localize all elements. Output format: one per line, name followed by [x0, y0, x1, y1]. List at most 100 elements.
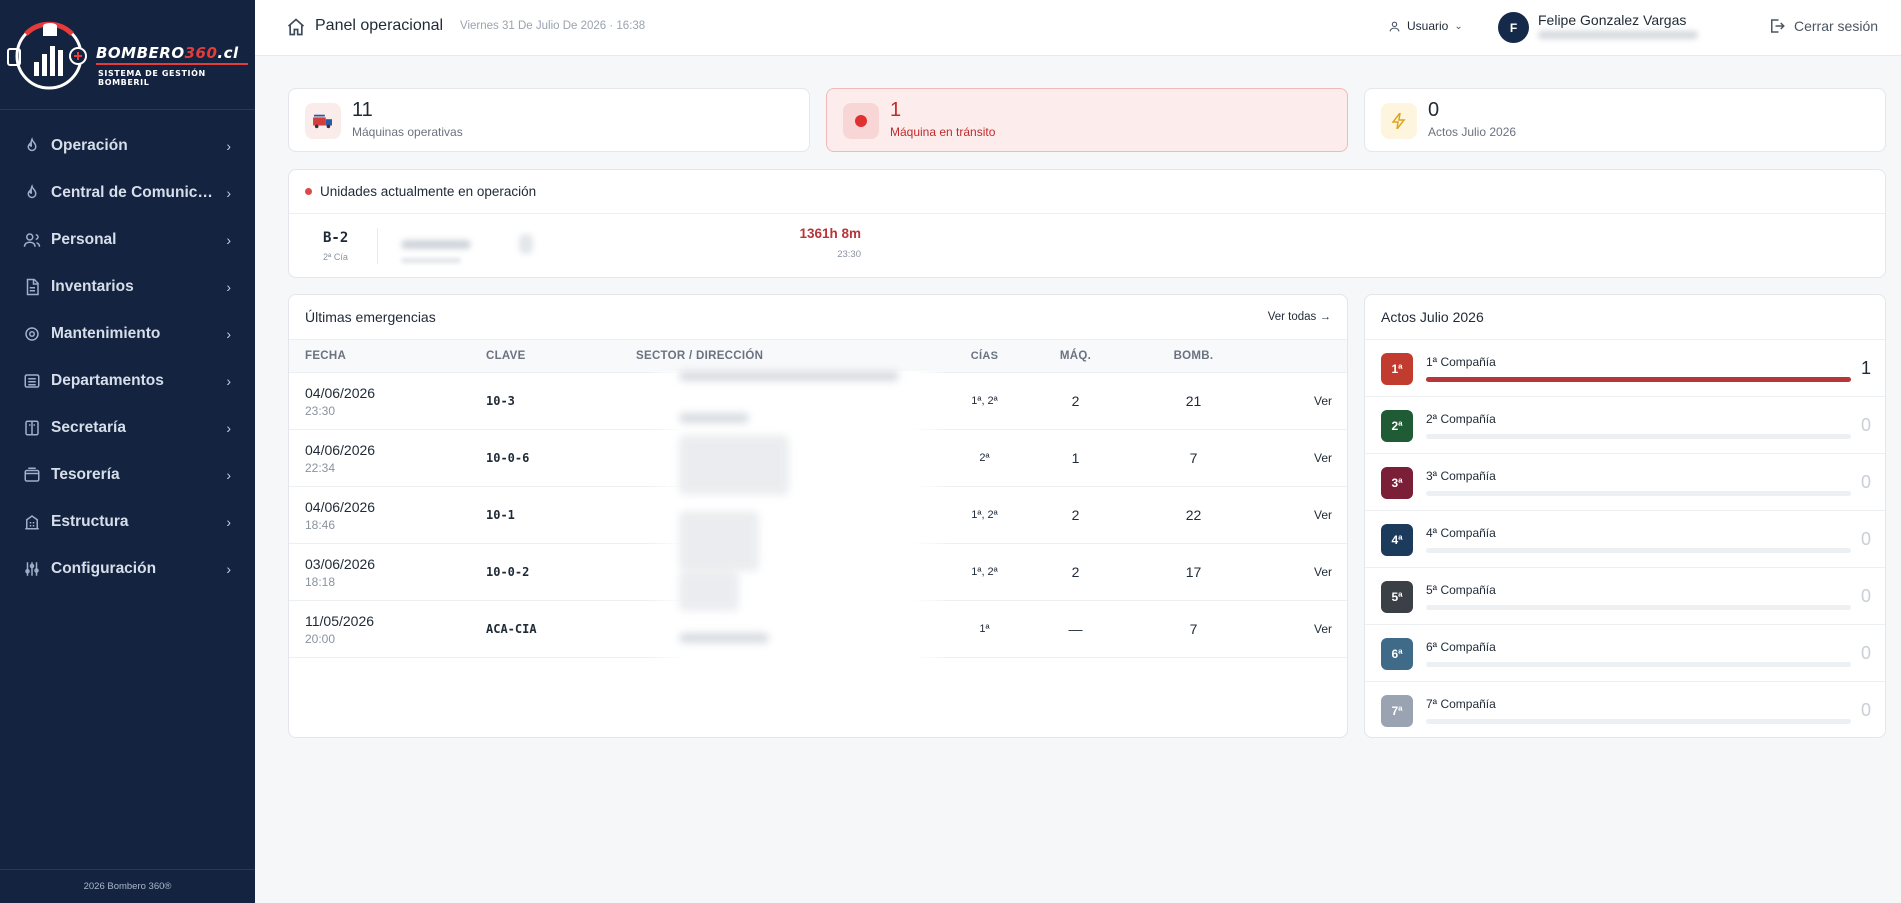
user-role-menu[interactable]: Usuario ⌄ — [1388, 19, 1463, 33]
company-badge: 4ª — [1381, 524, 1413, 556]
page-title: Panel operacional — [315, 17, 444, 34]
chevron-right-icon: › — [226, 231, 231, 248]
gear-icon — [22, 324, 42, 344]
sidebar-item-inventarios[interactable]: Inventarios › — [0, 263, 255, 310]
company-name: 2ª Compañía — [1426, 412, 1496, 426]
stat-label: Máquina en tránsito — [890, 125, 996, 139]
stat-label: Actos Julio 2026 — [1428, 125, 1517, 139]
units-header: Unidades actualmente en operación — [289, 170, 1885, 214]
column-header[interactable]: MÁQ. — [1030, 339, 1121, 373]
date-cell: 11/05/2026 20:00 — [289, 600, 486, 658]
sidebar-item-estructura[interactable]: Estructura › — [0, 498, 255, 545]
company-name: 1ª Compañía — [1426, 355, 1496, 369]
see-all-link[interactable]: Ver todas → — [1268, 311, 1331, 323]
view-link[interactable]: Ver — [1266, 543, 1347, 601]
company-row[interactable]: 2ª 2ª Compañía 0 — [1365, 396, 1885, 453]
company-progress-track — [1426, 434, 1851, 439]
stat-card-transito[interactable]: 1 Máquina en tránsito — [826, 88, 1348, 152]
stat-card-actos[interactable]: 0 Actos Julio 2026 — [1364, 88, 1886, 152]
logo-emblem-icon — [7, 21, 87, 90]
sliders-icon — [22, 559, 42, 579]
company-name: 4ª Compañía — [1426, 526, 1496, 540]
view-link[interactable]: Ver — [1266, 372, 1347, 430]
sidebar-item-label: Secretaría — [51, 418, 126, 436]
unit-info-redacted — [519, 234, 533, 254]
company-progress-fill — [1426, 377, 1851, 382]
company-row[interactable]: 5ª 5ª Compañía 0 — [1365, 567, 1885, 624]
sidebar-item-tesoreria[interactable]: Tesorería › — [0, 451, 255, 498]
firefighters-cell: 22 — [1121, 486, 1266, 544]
companies-cell: 1ª, 2ª — [939, 543, 1030, 601]
brand-subtitle: SISTEMA DE GESTIÓN BOMBERIL — [98, 69, 206, 87]
companies-cell: 1ª, 2ª — [939, 372, 1030, 430]
document-icon — [22, 277, 42, 297]
company-count: 1 — [1860, 358, 1871, 378]
emergencies-title: Últimas emergencias — [305, 309, 436, 325]
unit-elapsed: 1361h 8m — [799, 226, 861, 241]
company-name: 5ª Compañía — [1426, 583, 1496, 597]
book-icon — [22, 418, 42, 438]
key-cell: ACA-CIA — [486, 600, 636, 658]
company-row[interactable]: 1ª 1ª Compañía 1 — [1365, 339, 1885, 396]
company-row[interactable]: 3ª 3ª Compañía 0 — [1365, 453, 1885, 510]
date-cell: 04/06/2026 23:30 — [289, 372, 486, 430]
flame-icon — [22, 183, 42, 203]
company-row[interactable]: 6ª 6ª Compañía 0 — [1365, 624, 1885, 681]
sector-redaction-overlay — [649, 371, 949, 671]
company-row[interactable]: 4ª 4ª Compañía 0 — [1365, 510, 1885, 567]
units-in-operation-card: Unidades actualmente en operación B-2 2ª… — [288, 169, 1886, 278]
chevron-right-icon: › — [226, 372, 231, 389]
view-link[interactable]: Ver — [1266, 429, 1347, 487]
home-icon[interactable] — [286, 17, 306, 37]
machines-cell: 2 — [1030, 372, 1121, 430]
column-header[interactable]: CLAVE — [486, 339, 636, 373]
brand-name: BOMBERO360.cl — [96, 44, 239, 62]
column-header[interactable]: CÍAS — [939, 339, 1030, 373]
company-count: 0 — [1860, 415, 1871, 435]
sidebar-item-label: Inventarios — [51, 277, 134, 295]
sidebar-item-operacion[interactable]: Operación › — [0, 122, 255, 169]
logout-button[interactable]: Cerrar sesión — [1768, 17, 1878, 35]
firefighters-cell: 17 — [1121, 543, 1266, 601]
acts-by-company-card: Actos Julio 2026 1ª 1ª Compañía 1 2ª 2ª Comp… — [1364, 294, 1886, 738]
sidebar-item-departamentos[interactable]: Departamentos › — [0, 357, 255, 404]
column-header[interactable]: SECTOR / DIRECCIÓN — [636, 339, 939, 373]
unit-company: 2ª Cía — [323, 252, 348, 262]
list-icon — [22, 371, 42, 391]
sidebar-item-configuracion[interactable]: Configuración › — [0, 545, 255, 592]
company-badge: 5ª — [1381, 581, 1413, 613]
companies-cell: 2ª — [939, 429, 1030, 487]
unit-start-time: 23:30 — [837, 249, 861, 260]
firefighters-cell: 7 — [1121, 429, 1266, 487]
view-link[interactable]: Ver — [1266, 486, 1347, 544]
sidebar-item-personal[interactable]: Personal › — [0, 216, 255, 263]
date-cell: 04/06/2026 18:46 — [289, 486, 486, 544]
company-count: 0 — [1860, 586, 1871, 606]
column-header[interactable]: FECHA — [289, 339, 486, 373]
company-progress-track — [1426, 662, 1851, 667]
company-progress-track — [1426, 548, 1851, 553]
sidebar-item-mantenimiento[interactable]: Mantenimiento › — [0, 310, 255, 357]
lightning-icon — [1381, 103, 1417, 139]
avatar[interactable]: F — [1498, 12, 1529, 43]
company-count: 0 — [1860, 700, 1871, 720]
date-cell: 04/06/2026 22:34 — [289, 429, 486, 487]
machines-cell: 2 — [1030, 543, 1121, 601]
company-row[interactable]: 7ª 7ª Compañía 0 — [1365, 681, 1885, 738]
column-header[interactable]: BOMB. — [1121, 339, 1266, 373]
user-role-label: Usuario — [1407, 19, 1449, 33]
sidebar-item-central[interactable]: Central de Comunicaciones › — [0, 169, 255, 216]
sidebar-item-label: Departamentos — [51, 371, 164, 389]
sidebar-item-label: Estructura — [51, 512, 129, 530]
sidebar-item-secretaria[interactable]: Secretaría › — [0, 404, 255, 451]
company-badge: 2ª — [1381, 410, 1413, 442]
machines-cell: — — [1030, 600, 1121, 658]
unit-info-redacted — [401, 240, 471, 249]
stat-card-operativas[interactable]: 11 Máquinas operativas — [288, 88, 810, 152]
unit-info-redacted — [401, 258, 461, 263]
view-link[interactable]: Ver — [1266, 600, 1347, 658]
brand-logo[interactable]: BOMBERO360.cl SISTEMA DE GESTIÓN BOMBERI… — [0, 0, 255, 110]
chevron-right-icon: › — [226, 278, 231, 295]
sidebar-item-label: Mantenimiento — [51, 324, 161, 342]
company-count: 0 — [1860, 472, 1871, 492]
